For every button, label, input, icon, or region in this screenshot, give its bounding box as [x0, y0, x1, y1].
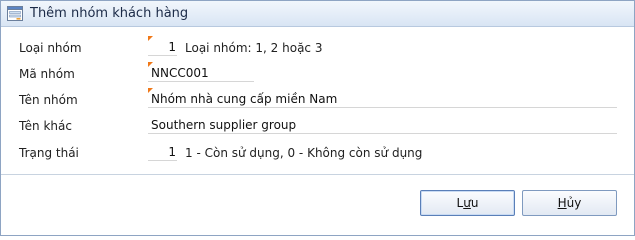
dialog-title: Thêm nhóm khách hàng	[30, 6, 189, 21]
add-customer-group-dialog: Thêm nhóm khách hàng Loại nhóm 1 Loại nh…	[0, 0, 635, 236]
group-code-label: Mã nhóm	[19, 67, 75, 81]
cancel-button-mnemonic: H	[557, 196, 567, 210]
other-name-label: Tên khác	[19, 119, 72, 133]
save-button-mnemonic: ư	[463, 196, 471, 210]
status-input[interactable]: 1	[148, 143, 177, 161]
other-name-input[interactable]: Southern supplier group	[148, 116, 617, 134]
form-window-icon	[7, 6, 23, 21]
footer-divider	[1, 174, 634, 175]
save-button[interactable]: Lưu	[420, 190, 515, 216]
group-name-label: Tên nhóm	[19, 93, 78, 107]
group-type-input[interactable]: 1	[148, 38, 177, 56]
dialog-title-bar[interactable]: Thêm nhóm khách hàng	[1, 1, 634, 27]
save-button-label-end: u	[470, 196, 479, 210]
cancel-button[interactable]: Hủy	[522, 190, 617, 216]
group-name-input[interactable]: Nhóm nhà cung cấp miền Nam	[148, 90, 617, 108]
group-type-hint: Loại nhóm: 1, 2 hoặc 3	[185, 41, 323, 55]
cancel-button-label-end: ủy	[566, 196, 582, 210]
status-hint: 1 - Còn sử dụng, 0 - Không còn sử dụng	[185, 146, 423, 160]
group-type-label: Loại nhóm	[19, 41, 82, 55]
status-label: Trạng thái	[19, 146, 79, 160]
group-code-input[interactable]: NNCC001	[148, 64, 254, 82]
